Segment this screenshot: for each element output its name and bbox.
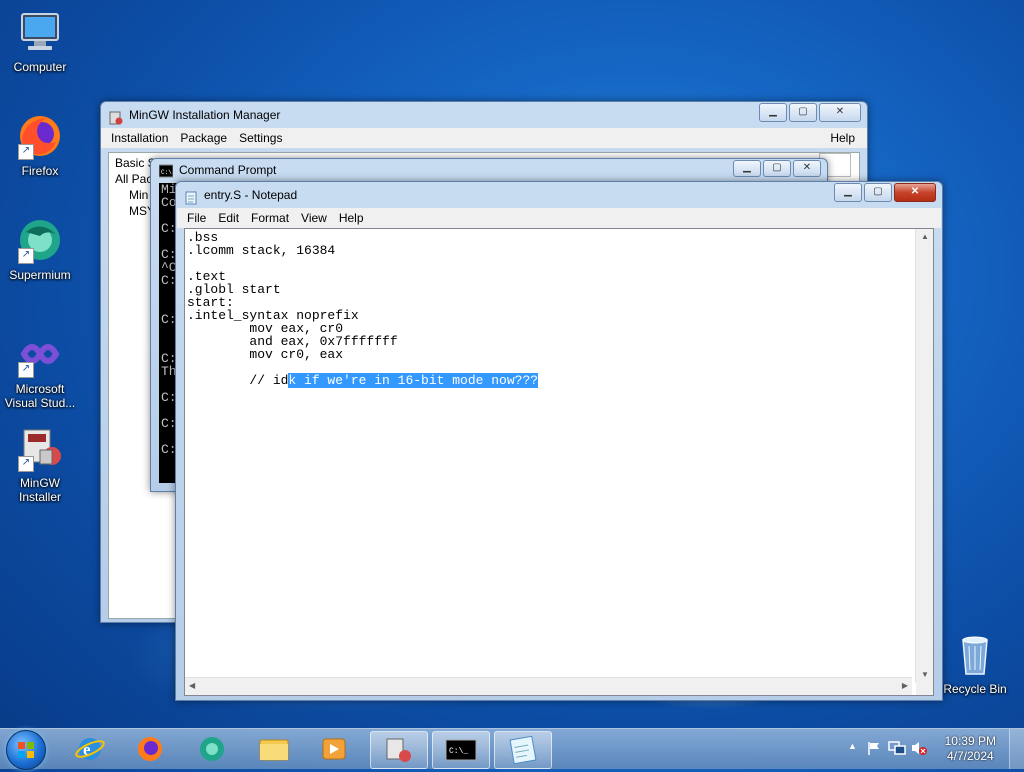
window-title: entry.S - Notepad bbox=[204, 188, 298, 202]
menu-edit[interactable]: Edit bbox=[212, 208, 245, 228]
show-desktop-button[interactable] bbox=[1009, 729, 1024, 769]
internet-explorer-icon: e bbox=[75, 738, 105, 760]
menu-format[interactable]: Format bbox=[245, 208, 295, 228]
maximize-button[interactable]: ▢ bbox=[789, 103, 817, 122]
menu-installation[interactable]: Installation bbox=[105, 128, 174, 148]
cmd-app-icon: C:\ bbox=[158, 163, 174, 178]
desktop-icon-label: Recycle Bin bbox=[943, 682, 1007, 696]
supermium-icon bbox=[200, 737, 224, 761]
notepad-text-area[interactable]: .bss .lcomm stack, 16384 .text .globl st… bbox=[184, 228, 934, 696]
menu-help[interactable]: Help bbox=[824, 128, 861, 148]
windows-logo-icon bbox=[18, 742, 34, 758]
desktop-icon-label: Supermium bbox=[9, 268, 71, 282]
maximize-button[interactable]: ▢ bbox=[763, 160, 791, 177]
window-title: MinGW Installation Manager bbox=[129, 108, 281, 122]
window-title: Command Prompt bbox=[179, 163, 277, 177]
visual-studio-icon: ↗ bbox=[16, 330, 64, 378]
computer-icon bbox=[16, 8, 64, 56]
menu-file[interactable]: File bbox=[181, 208, 212, 228]
media-player-icon bbox=[322, 738, 346, 760]
menu-help[interactable]: Help bbox=[333, 208, 370, 228]
mingw-installer-icon bbox=[386, 738, 411, 762]
taskbar-supermium[interactable] bbox=[184, 731, 240, 767]
shortcut-arrow-icon: ↗ bbox=[18, 456, 34, 472]
scroll-right-icon[interactable]: ▶ bbox=[902, 681, 908, 690]
taskbar-ie[interactable]: e bbox=[62, 731, 118, 767]
taskbar-firefox[interactable] bbox=[122, 731, 178, 767]
folder-icon bbox=[259, 739, 289, 761]
close-button[interactable]: ✕ bbox=[819, 103, 861, 122]
scroll-up-icon[interactable]: ▲ bbox=[921, 232, 929, 241]
desktop-icon-label: Microsoft Visual Stud... bbox=[4, 382, 76, 410]
minimize-button[interactable]: ▁ bbox=[759, 103, 787, 122]
cmd-titlebar[interactable]: C:\ Command Prompt ▁ ▢ ✕ bbox=[151, 159, 827, 181]
clock-time: 10:39 PM bbox=[944, 734, 996, 748]
network-icon[interactable] bbox=[888, 740, 906, 756]
minimize-button[interactable]: ▁ bbox=[733, 160, 761, 177]
taskbar-media-player[interactable] bbox=[306, 731, 362, 767]
svg-text:C:\_: C:\_ bbox=[449, 747, 468, 756]
desktop-icon-firefox[interactable]: ↗ Firefox bbox=[0, 112, 80, 178]
close-button[interactable]: ✕ bbox=[793, 160, 821, 177]
desktop-icon-supermium[interactable]: ↗ Supermium bbox=[0, 216, 80, 282]
clock-date: 4/7/2024 bbox=[946, 749, 994, 763]
system-tray: ▲ 10:39 PM 4/7/2024 bbox=[834, 729, 1024, 769]
mingw-menubar: Installation Package Settings Help bbox=[101, 128, 867, 148]
menu-settings[interactable]: Settings bbox=[233, 128, 288, 148]
mingw-installer-icon: ↗ bbox=[16, 424, 64, 472]
desktop-icon-label: Computer bbox=[13, 60, 67, 74]
shortcut-arrow-icon: ↗ bbox=[18, 144, 34, 160]
notepad-window[interactable]: entry.S - Notepad ▁ ▢ ✕ File Edit Format… bbox=[175, 181, 943, 701]
mingw-titlebar[interactable]: MinGW Installation Manager ▁ ▢ ✕ bbox=[101, 102, 867, 128]
supermium-icon: ↗ bbox=[16, 216, 64, 264]
notepad-menubar: File Edit Format View Help bbox=[177, 208, 941, 228]
minimize-button[interactable]: ▁ bbox=[834, 183, 862, 202]
close-button[interactable]: ✕ bbox=[894, 183, 936, 202]
desktop-icon-recycle-bin[interactable]: Recycle Bin bbox=[935, 630, 1015, 696]
firefox-icon bbox=[138, 737, 162, 761]
clock[interactable]: 10:39 PM 4/7/2024 bbox=[945, 734, 996, 764]
desktop-icon-mingw-installer[interactable]: ↗ MinGW Installer bbox=[0, 424, 80, 504]
taskbar-command-prompt[interactable]: C:\_ bbox=[432, 731, 490, 769]
notepad-icon bbox=[509, 735, 537, 765]
menu-view[interactable]: View bbox=[295, 208, 333, 228]
show-hidden-icons-icon[interactable]: ▲ bbox=[848, 741, 857, 751]
firefox-icon: ↗ bbox=[16, 112, 64, 160]
taskbar-notepad[interactable] bbox=[494, 731, 552, 769]
command-prompt-icon: C:\_ bbox=[445, 739, 477, 761]
horizontal-scrollbar[interactable]: ◀ ▶ bbox=[185, 677, 912, 695]
menu-package[interactable]: Package bbox=[174, 128, 233, 148]
size-grip[interactable] bbox=[916, 678, 933, 695]
taskbar: e C:\_ ▲ 10:39 PM 4/7/2024 bbox=[0, 728, 1024, 770]
maximize-button[interactable]: ▢ bbox=[864, 183, 892, 202]
desktop-icon-computer[interactable]: Computer bbox=[0, 8, 80, 74]
desktop-icon-visual-studio[interactable]: ↗ Microsoft Visual Stud... bbox=[0, 330, 80, 410]
notepad-code[interactable]: .bss .lcomm stack, 16384 .text .globl st… bbox=[187, 230, 539, 388]
start-button[interactable] bbox=[6, 730, 46, 770]
taskbar-mingw-installer[interactable] bbox=[370, 731, 428, 769]
mingw-app-icon bbox=[109, 108, 123, 125]
selected-text[interactable]: k if we're in 16-bit mode now??? bbox=[288, 373, 539, 388]
svg-text:C:\: C:\ bbox=[161, 169, 172, 176]
code-lines: .bss .lcomm stack, 16384 .text .globl st… bbox=[187, 230, 398, 362]
notepad-app-icon bbox=[184, 188, 198, 205]
taskbar-explorer[interactable] bbox=[246, 731, 302, 767]
vertical-scrollbar[interactable]: ▲ ▼ bbox=[915, 229, 933, 682]
desktop-icon-label: MinGW Installer bbox=[18, 476, 62, 504]
action-center-flag-icon[interactable] bbox=[866, 740, 882, 756]
notepad-titlebar[interactable]: entry.S - Notepad ▁ ▢ ✕ bbox=[176, 182, 942, 208]
shortcut-arrow-icon: ↗ bbox=[18, 248, 34, 264]
code-line-comment-start: // id bbox=[187, 373, 289, 388]
desktop-icon-label: Firefox bbox=[21, 164, 59, 178]
scroll-left-icon[interactable]: ◀ bbox=[189, 681, 195, 690]
recycle-bin-icon bbox=[951, 630, 999, 678]
shortcut-arrow-icon: ↗ bbox=[18, 362, 34, 378]
volume-muted-icon[interactable] bbox=[910, 740, 928, 756]
